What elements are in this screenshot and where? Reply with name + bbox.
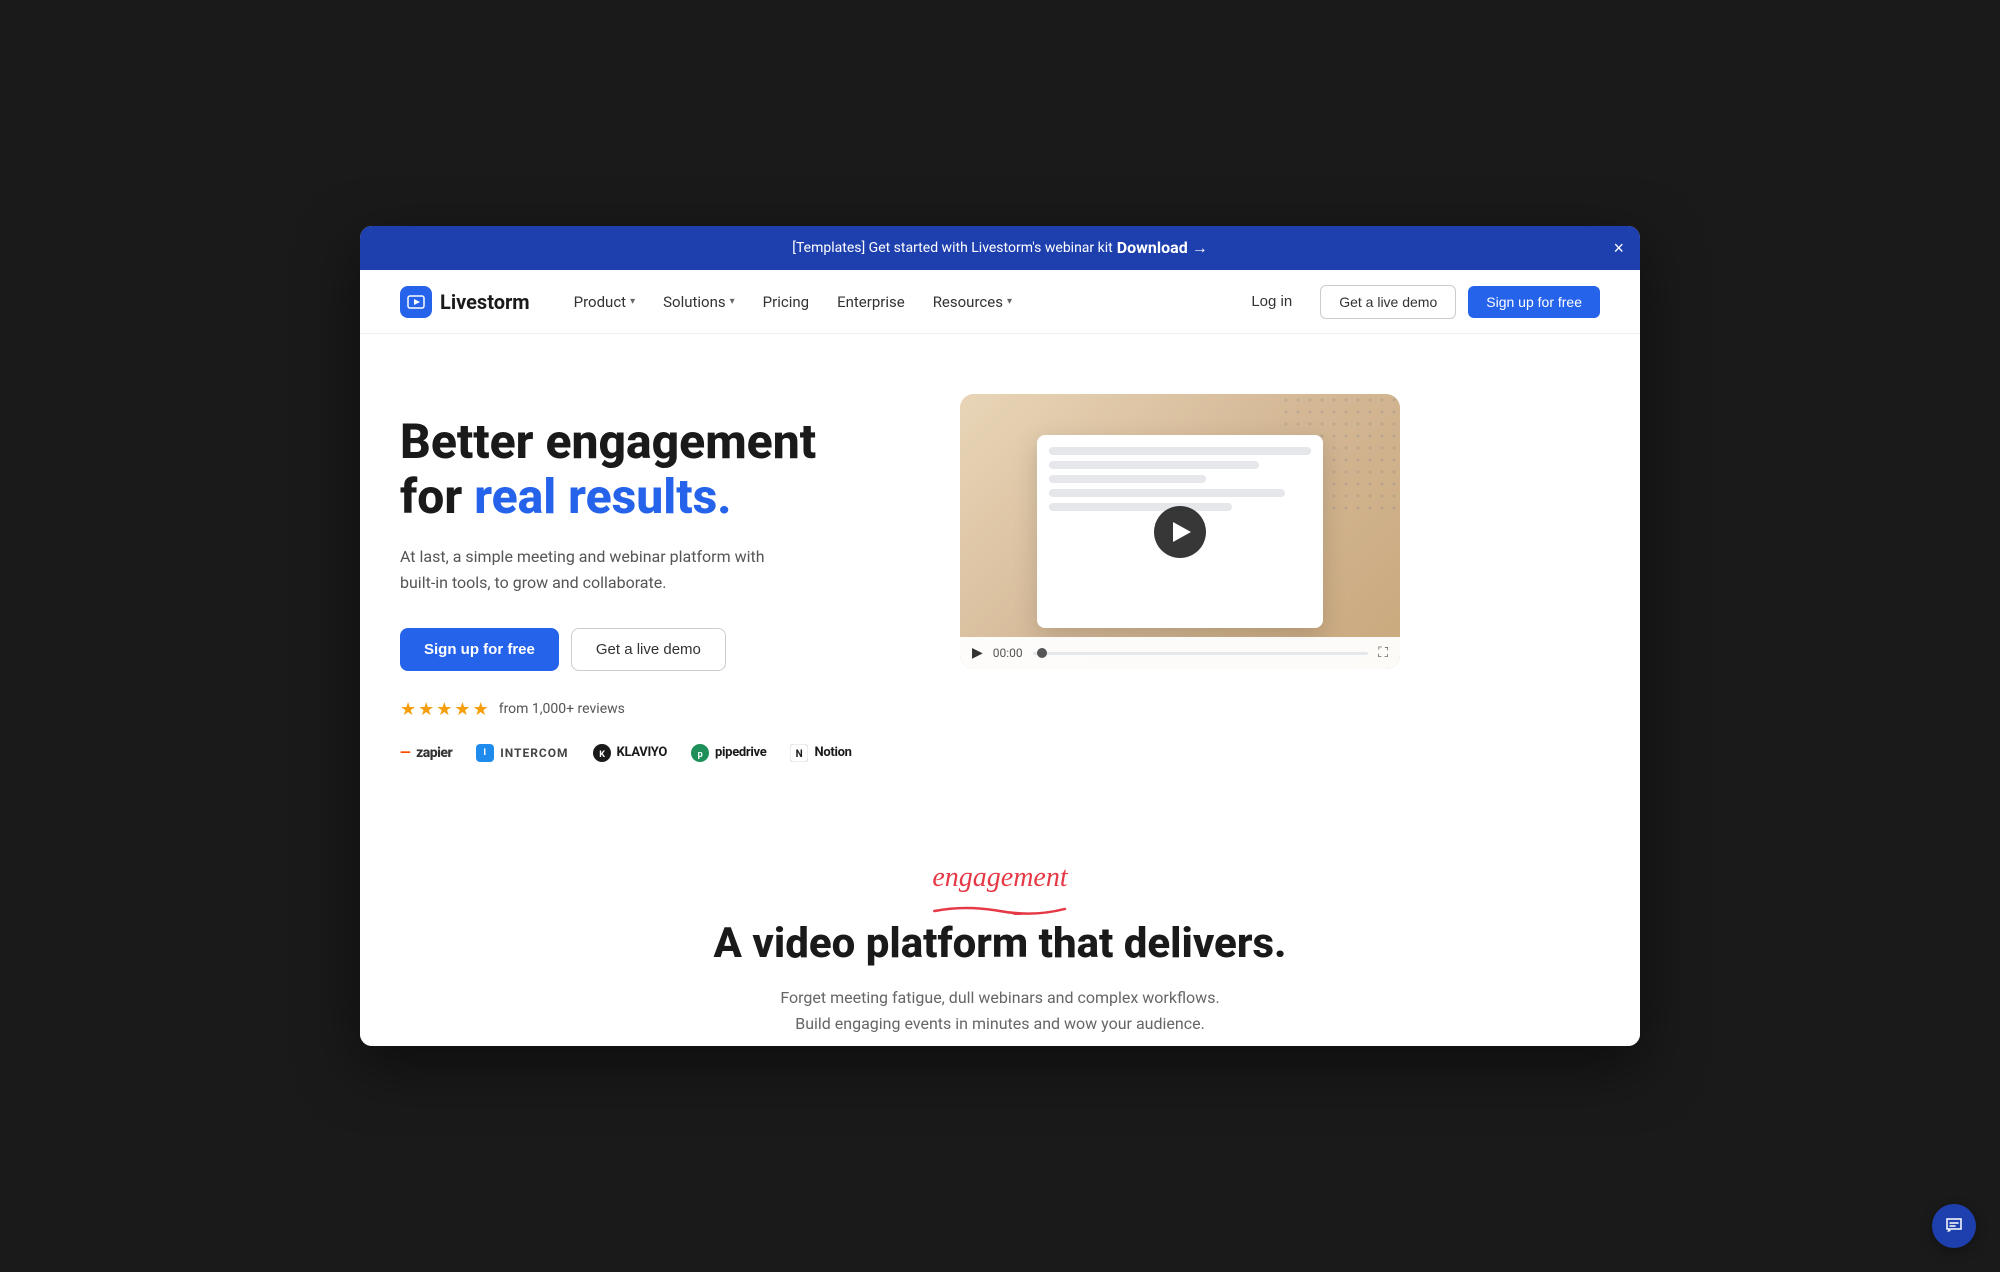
star-1: ★ bbox=[400, 699, 416, 720]
star-3: ★ bbox=[436, 699, 452, 720]
solutions-chevron-icon: ▾ bbox=[730, 296, 735, 307]
hero-demo-button[interactable]: Get a live demo bbox=[571, 628, 726, 671]
main-content: Livestorm Product ▾ Solutions ▾ Pricing … bbox=[360, 270, 1640, 1046]
nav-links: Product ▾ Solutions ▾ Pricing Enterprise… bbox=[562, 285, 1236, 319]
hero-section: Better engagement for real results. At l… bbox=[360, 334, 1640, 802]
card-line-2 bbox=[1049, 461, 1259, 469]
resources-chevron-icon: ▾ bbox=[1007, 296, 1012, 307]
banner-text: [Templates] Get started with Livestorm's… bbox=[792, 240, 1112, 256]
nav-signup-button[interactable]: Sign up for free bbox=[1468, 286, 1600, 318]
engagement-underline bbox=[932, 900, 1067, 903]
engagement-section: engagement A video platform that deliver… bbox=[360, 802, 1640, 1046]
engagement-label: engagement bbox=[932, 862, 1067, 894]
hero-buttons: Sign up for free Get a live demo bbox=[400, 628, 920, 671]
zapier-logo: —zapier bbox=[400, 745, 452, 761]
navbar: Livestorm Product ▾ Solutions ▾ Pricing … bbox=[360, 270, 1640, 334]
chat-widget[interactable] bbox=[1932, 1204, 1976, 1248]
fullscreen-icon[interactable]: ⛶ bbox=[1378, 645, 1388, 661]
pipedrive-logo: p pipedrive bbox=[691, 744, 766, 762]
card-line-3 bbox=[1049, 475, 1206, 483]
banner-download-link[interactable]: Download → bbox=[1117, 238, 1208, 258]
hero-title: Better engagement for real results. bbox=[400, 414, 920, 524]
svg-text:N: N bbox=[796, 749, 803, 760]
video-controls: ▶ 00:00 ⛶ bbox=[960, 637, 1400, 669]
banner-close-button[interactable]: × bbox=[1613, 239, 1624, 257]
svg-text:p: p bbox=[698, 750, 703, 760]
nav-enterprise[interactable]: Enterprise bbox=[825, 285, 917, 319]
pipedrive-icon: p bbox=[691, 744, 709, 762]
star-4: ★ bbox=[454, 699, 470, 720]
section-title: A video platform that delivers. bbox=[400, 919, 1600, 969]
play-button[interactable] bbox=[1154, 506, 1206, 558]
video-progress-bar[interactable] bbox=[1033, 652, 1369, 655]
chat-icon bbox=[1943, 1215, 1965, 1237]
hero-signup-button[interactable]: Sign up for free bbox=[400, 628, 559, 671]
engagement-label-wrapper: engagement bbox=[932, 862, 1067, 903]
logo[interactable]: Livestorm bbox=[400, 286, 530, 318]
star-5: ★ bbox=[473, 699, 489, 720]
section-subtitle: Forget meeting fatigue, dull webinars an… bbox=[400, 985, 1600, 1036]
nav-resources[interactable]: Resources ▾ bbox=[921, 285, 1024, 319]
nav-actions: Log in Get a live demo Sign up for free bbox=[1235, 285, 1600, 319]
play-triangle-icon bbox=[1173, 522, 1191, 542]
announcement-banner: [Templates] Get started with Livestorm's… bbox=[360, 226, 1640, 270]
star-rating: ★ ★ ★ ★ ★ bbox=[400, 699, 489, 720]
logo-icon bbox=[400, 286, 432, 318]
nav-solutions[interactable]: Solutions ▾ bbox=[651, 285, 747, 319]
hero-subtitle: At last, a simple meeting and webinar pl… bbox=[400, 544, 800, 595]
card-line-1 bbox=[1049, 447, 1311, 455]
intercom-icon: i bbox=[476, 744, 494, 762]
hero-title-accent: real results. bbox=[474, 468, 731, 525]
hero-left: Better engagement for real results. At l… bbox=[400, 394, 920, 762]
video-container[interactable]: ▶ 00:00 ⛶ bbox=[960, 394, 1400, 669]
svg-text:K: K bbox=[599, 750, 605, 760]
star-2: ★ bbox=[418, 699, 434, 720]
klaviyo-icon: K bbox=[593, 744, 611, 762]
card-line-4 bbox=[1049, 489, 1285, 497]
hero-video: ▶ 00:00 ⛶ bbox=[960, 394, 1400, 669]
logo-svg bbox=[406, 292, 426, 312]
video-play-icon[interactable]: ▶ bbox=[972, 645, 983, 661]
video-time: 00:00 bbox=[993, 646, 1023, 660]
brand-logos: —zapier i INTERCOM K KLAVIYO bbox=[400, 744, 920, 762]
progress-indicator bbox=[1037, 648, 1047, 658]
card-line-5 bbox=[1049, 503, 1232, 511]
nav-pricing[interactable]: Pricing bbox=[751, 285, 821, 319]
nav-product[interactable]: Product ▾ bbox=[562, 285, 647, 319]
klaviyo-logo: K KLAVIYO bbox=[593, 744, 668, 762]
logo-text: Livestorm bbox=[440, 290, 530, 314]
notion-logo: N Notion bbox=[790, 744, 851, 762]
notion-icon: N bbox=[790, 744, 808, 762]
login-button[interactable]: Log in bbox=[1235, 285, 1308, 318]
hero-reviews: ★ ★ ★ ★ ★ from 1,000+ reviews bbox=[400, 699, 920, 720]
review-count: from 1,000+ reviews bbox=[499, 701, 625, 717]
nav-demo-button[interactable]: Get a live demo bbox=[1320, 285, 1456, 319]
product-chevron-icon: ▾ bbox=[630, 296, 635, 307]
intercom-logo: i INTERCOM bbox=[476, 744, 568, 762]
